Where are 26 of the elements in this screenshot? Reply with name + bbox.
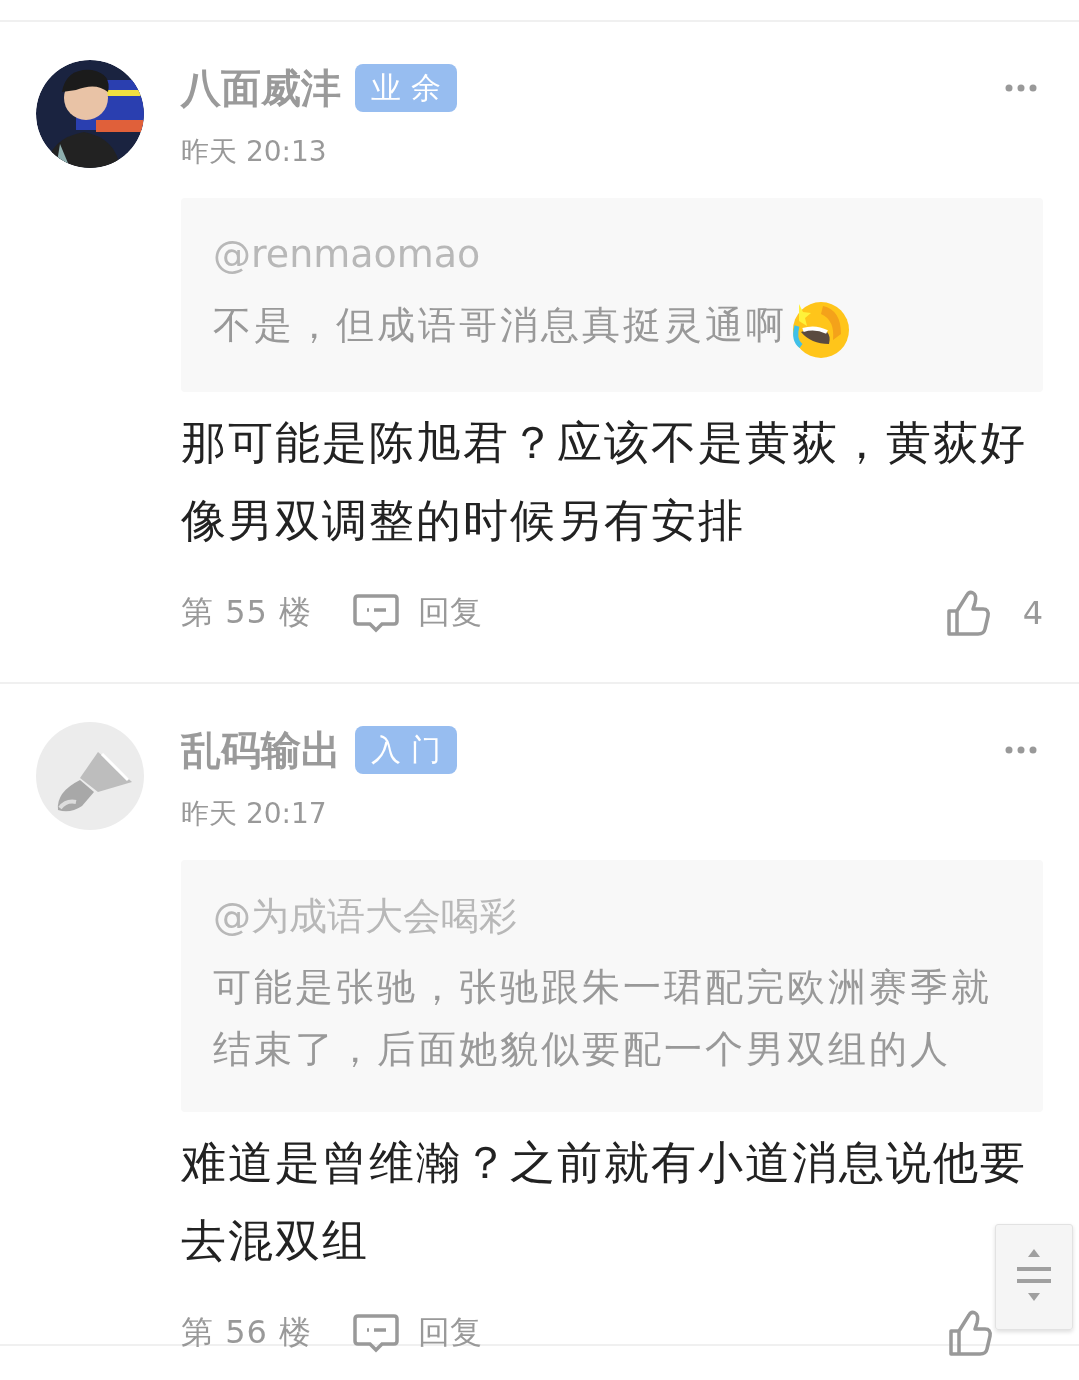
like-button[interactable]: [947, 1309, 993, 1357]
floor-number: 第 55 楼: [181, 591, 313, 633]
reply-button[interactable]: 回复: [352, 590, 483, 635]
thumbs-up-icon: [947, 1309, 993, 1357]
post-time: 昨天 20:17: [181, 796, 328, 832]
comment-icon: [352, 1313, 401, 1353]
quoted-text: 可能是张驰，张驰跟朱一珺配完欧洲赛季就结束了，后面她貌似要配一个男双组的人: [213, 965, 992, 1071]
reply-button[interactable]: 回复: [352, 1311, 483, 1355]
user-name[interactable]: 八面威沣: [181, 60, 341, 116]
shuttlecock-icon: [36, 722, 144, 830]
comment-text: 难道是曾维瀚？之前就有小道消息说他要去混双组: [181, 1135, 1028, 1269]
mention-link[interactable]: @renmaomao: [213, 226, 1011, 282]
quoted-text: 不是，但成语哥消息真挺灵通啊: [213, 303, 787, 347]
level-badge: 业 余: [355, 64, 457, 112]
scroll-handle[interactable]: [995, 1224, 1073, 1330]
more-icon[interactable]: [1005, 746, 1037, 754]
post-time: 昨天 20:13: [181, 134, 328, 170]
floor-number: 第 56 楼: [181, 1312, 313, 1353]
mention-link[interactable]: @为成语大会喝彩: [213, 888, 1011, 944]
level-badge: 入 门: [355, 726, 457, 774]
thumbs-up-icon: [944, 588, 991, 637]
more-icon[interactable]: [1005, 84, 1037, 92]
comment-icon: [352, 592, 401, 633]
comment-text: 那可能是陈旭君？应该不是黄荻，黄荻好像男双调整的时候另有安排: [181, 414, 1028, 549]
user-name[interactable]: 乱码输出: [181, 722, 341, 778]
like-button[interactable]: 4: [944, 588, 1043, 637]
